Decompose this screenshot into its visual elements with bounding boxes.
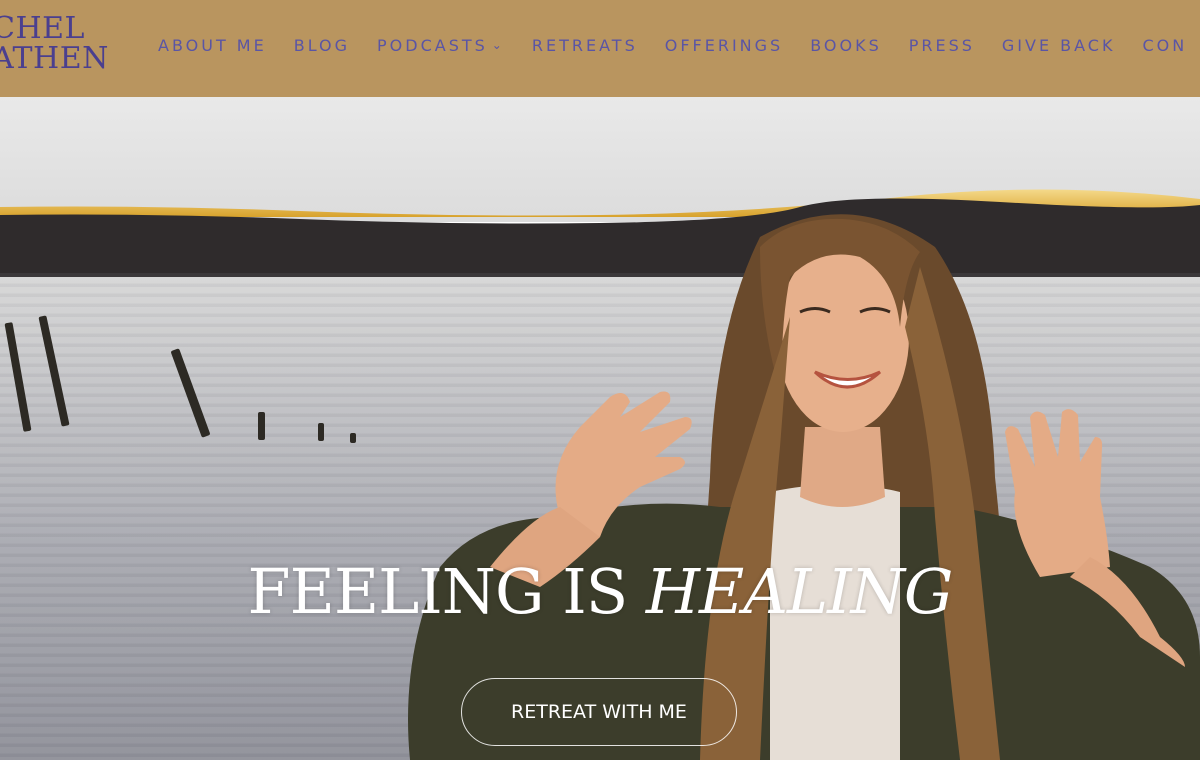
- nav-item-retreats[interactable]: RETREATS: [532, 36, 638, 55]
- nav-item-label: GIVE BACK: [1001, 35, 1116, 55]
- retreat-with-me-button[interactable]: RETREAT WITH ME: [461, 678, 737, 746]
- chevron-down-icon: ⌄: [491, 38, 505, 52]
- nav-item-blog[interactable]: BLOG: [294, 36, 350, 55]
- logo-line-1: CHEL: [0, 11, 85, 46]
- nav-item-give-back[interactable]: GIVE BACK: [1002, 36, 1116, 55]
- nav-item-label: PRESS: [908, 35, 975, 55]
- hero-person-photo: [408, 214, 1200, 760]
- nav-item-podcasts[interactable]: PODCASTS ⌄: [377, 36, 505, 55]
- nav-item-label: PODCASTS: [377, 35, 488, 55]
- nav-item-offerings[interactable]: OFFERINGS: [665, 36, 783, 55]
- main-nav: ABOUT ME BLOG PODCASTS ⌄ RETREATS OFFERIN…: [158, 0, 1200, 90]
- nav-item-label: BLOG: [293, 35, 351, 55]
- nav-item-contact[interactable]: CON: [1142, 36, 1187, 55]
- nav-item-books[interactable]: BOOKS: [810, 36, 882, 55]
- site-logo[interactable]: CHEL ATHEN: [0, 14, 109, 74]
- hero-headline-part2: HEALING: [645, 555, 954, 628]
- nav-item-label: BOOKS: [810, 35, 882, 55]
- hero-headline-part1: FEELING IS: [247, 555, 646, 628]
- hero-headline: FEELING IS HEALING: [0, 555, 1200, 628]
- nav-item-label: ABOUT ME: [158, 35, 267, 55]
- nav-item-label: CON: [1142, 35, 1188, 55]
- nav-item-label: OFFERINGS: [664, 35, 784, 55]
- nav-item-about-me[interactable]: ABOUT ME: [158, 36, 267, 55]
- nav-item-label: RETREATS: [531, 35, 638, 55]
- nav-item-press[interactable]: PRESS: [909, 36, 975, 55]
- logo-line-2: ATHEN: [0, 41, 109, 76]
- hero-section: FEELING IS HEALING RETREAT WITH ME: [0, 97, 1200, 760]
- site-header: CHEL ATHEN ABOUT ME BLOG PODCASTS ⌄ RETRE…: [0, 0, 1200, 97]
